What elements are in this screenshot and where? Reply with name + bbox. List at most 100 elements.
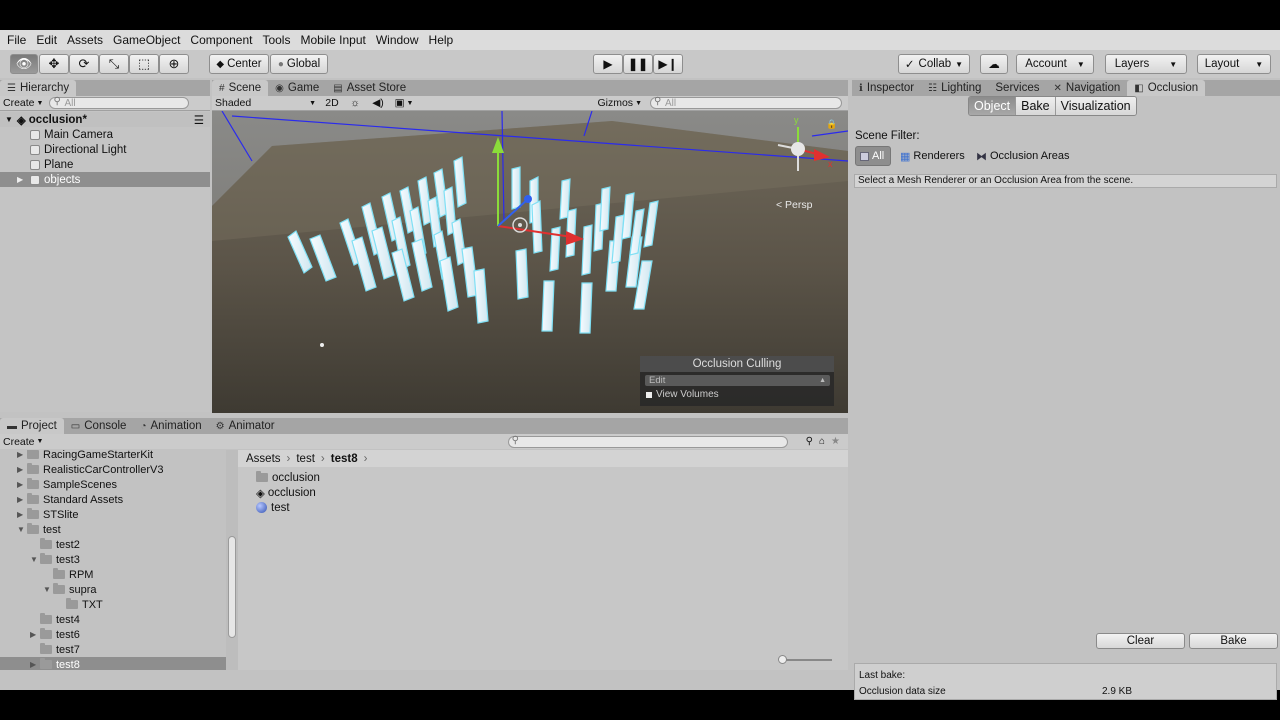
expand-arrow-icon[interactable]: ▼ xyxy=(17,525,27,534)
project-create-button[interactable]: Create ▼ xyxy=(3,436,43,448)
tree-item[interactable]: ▶ SampleScenes xyxy=(0,477,226,492)
tab-console[interactable]: ▭ Console xyxy=(64,418,134,434)
tab-hierarchy[interactable]: ☰ Hierarchy xyxy=(0,80,77,96)
play-button[interactable]: ▶ xyxy=(593,54,623,74)
tree-item[interactable]: ▶ Standard Assets xyxy=(0,492,226,507)
menu-mobile-input[interactable]: Mobile Input xyxy=(295,33,370,47)
icon-size-slider[interactable] xyxy=(778,655,832,664)
bake-button[interactable]: Bake xyxy=(1189,633,1278,649)
tab-inspector[interactable]: ℹ Inspector xyxy=(852,80,921,96)
breadcrumb-test8[interactable]: test8 xyxy=(331,453,358,465)
layout-dropdown[interactable]: Layout ▼ xyxy=(1197,54,1271,74)
menu-window[interactable]: Window xyxy=(371,33,424,47)
tree-item[interactable]: test7 xyxy=(0,642,226,657)
tree-item[interactable]: TXT xyxy=(0,597,226,612)
tree-item[interactable]: ▼ test3 xyxy=(0,552,226,567)
tree-item[interactable]: test4 xyxy=(0,612,226,627)
tree-item[interactable]: ▶ RacingGameStarterKit xyxy=(0,450,226,462)
tab-project[interactable]: ▬ Project xyxy=(0,418,64,434)
tree-item[interactable]: RPM xyxy=(0,567,226,582)
menu-icon[interactable]: ☰ xyxy=(194,113,204,127)
filter-all-button[interactable]: All xyxy=(855,146,891,166)
collapse-arrow-icon[interactable]: ▶ xyxy=(17,450,27,459)
menu-edit[interactable]: Edit xyxy=(31,33,62,47)
hierarchy-item[interactable]: Directional Light xyxy=(0,142,126,157)
mode-object-button[interactable]: Object xyxy=(969,97,1017,115)
hierarchy-search-input[interactable]: All xyxy=(49,96,190,109)
audio-toggle[interactable]: ◀) xyxy=(366,97,390,109)
lighting-toggle[interactable]: ☼ xyxy=(344,97,366,109)
lock-icon[interactable]: 🔒 xyxy=(826,119,837,130)
hand-tool-button[interactable]: 👁 xyxy=(10,54,38,74)
collapse-arrow-icon[interactable]: ▶ xyxy=(17,510,27,519)
rect-tool-button[interactable]: ⬚ xyxy=(129,54,159,74)
breadcrumb-assets[interactable]: Assets xyxy=(246,453,281,465)
tree-item[interactable]: ▶ test8 xyxy=(0,657,226,670)
mode-bake-button[interactable]: Bake xyxy=(1016,97,1056,115)
mode-visualization-button[interactable]: Visualization xyxy=(1055,97,1136,115)
layers-dropdown[interactable]: Layers ▼ xyxy=(1105,54,1187,74)
occlusion-mode-dropdown[interactable]: Edit ▲ xyxy=(645,375,830,386)
tree-item[interactable]: ▶ test6 xyxy=(0,627,226,642)
file-item[interactable]: occlusion xyxy=(256,470,320,485)
filter-occlusion-areas-button[interactable]: ⧓ Occlusion Areas xyxy=(976,146,1069,166)
breadcrumb-test[interactable]: test xyxy=(296,453,315,465)
shading-mode-dropdown[interactable]: Shaded ▼ xyxy=(215,97,320,109)
favorite-star-icon[interactable]: ★ xyxy=(831,436,840,447)
scrollbar-thumb[interactable] xyxy=(228,536,236,638)
rotate-tool-button[interactable]: ⟳ xyxy=(69,54,99,74)
project-search-input[interactable] xyxy=(507,435,788,448)
filter-by-type-icon[interactable]: ⚲ xyxy=(806,436,813,447)
transform-tool-button[interactable]: ⊕ xyxy=(159,54,189,74)
tab-animator[interactable]: ⚙ Animator xyxy=(209,418,282,434)
collapse-arrow-icon[interactable]: ▶ xyxy=(30,630,40,639)
hierarchy-create-button[interactable]: Create ▼ xyxy=(3,97,43,109)
tree-item[interactable]: ▶ RealisticCarControllerV3 xyxy=(0,462,226,477)
slider-thumb[interactable] xyxy=(778,655,787,664)
expand-arrow-icon[interactable]: ▼ xyxy=(30,555,40,564)
view-volumes-toggle[interactable]: View Volumes xyxy=(646,389,834,400)
perspective-label[interactable]: < Persp xyxy=(776,199,812,211)
pause-button[interactable]: ❚❚ xyxy=(623,54,653,74)
collapse-arrow-icon[interactable]: ▶ xyxy=(17,465,27,474)
cloud-button[interactable]: ☁ xyxy=(980,54,1008,74)
scene-root-row[interactable]: ▼ ◈ occlusion* ☰ xyxy=(0,112,210,127)
pivot-center-button[interactable]: ◆ Center xyxy=(209,54,269,74)
tab-asset-store[interactable]: ▤ Asset Store xyxy=(326,80,413,96)
scene-viewport[interactable]: y x 🔒 < Persp Occlusion Culling Edit ▲ Vi… xyxy=(212,111,848,413)
menu-tools[interactable]: Tools xyxy=(257,33,295,47)
menu-component[interactable]: Component xyxy=(185,33,257,47)
account-dropdown[interactable]: Account ▼ xyxy=(1016,54,1094,74)
toggle-2d-button[interactable]: 2D xyxy=(320,97,344,109)
tab-animation[interactable]: ◔ Animation xyxy=(133,418,208,434)
filter-renderers-button[interactable]: ▦ Renderers xyxy=(900,146,965,166)
tab-scene[interactable]: # Scene xyxy=(212,80,269,96)
tab-lighting[interactable]: ☷ Lighting xyxy=(921,80,988,96)
file-item[interactable]: test xyxy=(256,500,290,515)
menu-assets[interactable]: Assets xyxy=(62,33,108,47)
file-item[interactable]: ◈ occlusion xyxy=(256,485,316,500)
menu-file[interactable]: File xyxy=(2,33,31,47)
scale-tool-button[interactable]: ⤡ xyxy=(99,54,129,74)
tab-navigation[interactable]: ✕ Navigation xyxy=(1047,80,1128,96)
filter-by-label-icon[interactable]: ⌂ xyxy=(819,436,825,447)
gizmos-dropdown[interactable]: Gizmos ▼ xyxy=(597,97,642,109)
collapse-arrow-icon[interactable]: ▶ xyxy=(30,660,40,669)
scene-search-input[interactable]: All xyxy=(650,96,842,109)
tree-scrollbar[interactable] xyxy=(226,450,238,670)
clear-button[interactable]: Clear xyxy=(1096,633,1185,649)
tab-game[interactable]: ◉ Game xyxy=(268,80,326,96)
menu-help[interactable]: Help xyxy=(424,33,459,47)
hierarchy-item-selected[interactable]: ▶ objects xyxy=(0,172,210,187)
step-button[interactable]: ▶❙ xyxy=(653,54,683,74)
pivot-global-button[interactable]: ● Global xyxy=(270,54,328,74)
collab-dropdown[interactable]: ✓ Collab ▼ xyxy=(898,54,970,74)
tree-item[interactable]: ▼ test xyxy=(0,522,226,537)
menu-gameobject[interactable]: GameObject xyxy=(108,33,185,47)
move-tool-button[interactable]: ✥ xyxy=(39,54,69,74)
tab-services[interactable]: Services xyxy=(988,80,1046,96)
hierarchy-item[interactable]: Plane xyxy=(0,157,73,172)
tree-item[interactable]: test2 xyxy=(0,537,226,552)
expand-arrow-icon[interactable]: ▼ xyxy=(43,585,53,594)
hierarchy-item[interactable]: Main Camera xyxy=(0,127,113,142)
